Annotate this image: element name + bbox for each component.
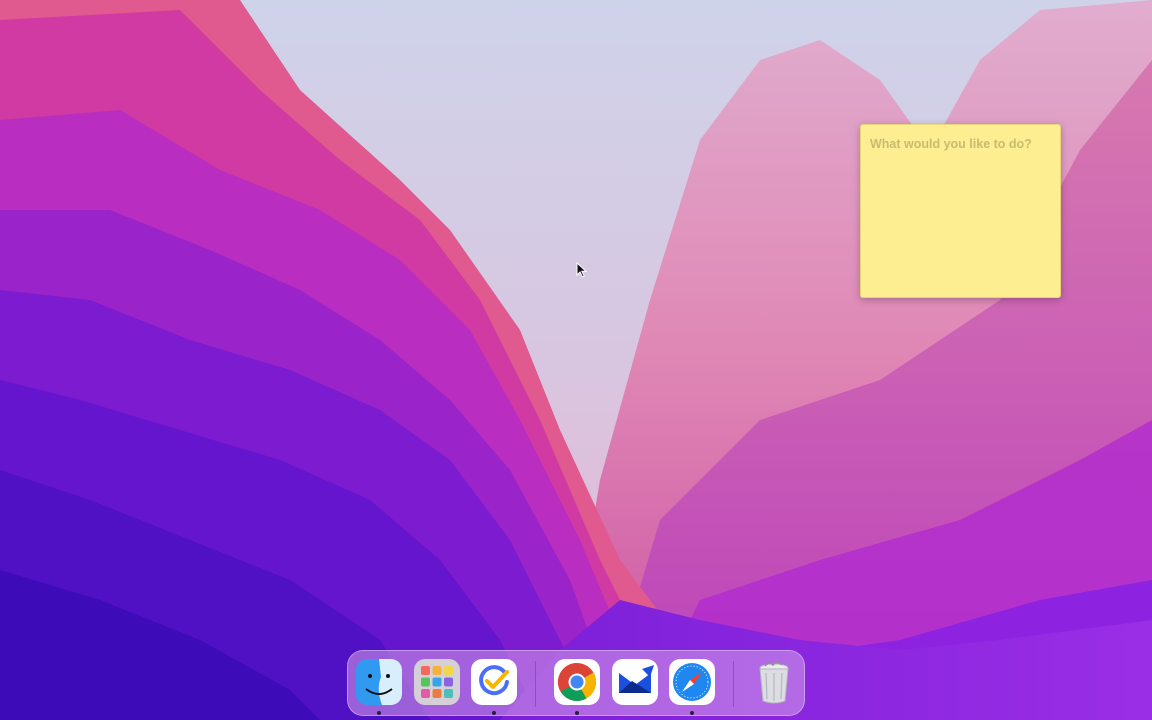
trash-icon bbox=[759, 661, 789, 704]
ticktick-icon bbox=[471, 659, 517, 705]
dock bbox=[347, 650, 805, 716]
sticky-note-placeholder[interactable]: What would you like to do? bbox=[870, 137, 1051, 151]
spark-mail-icon bbox=[612, 659, 658, 705]
dock-item-chrome[interactable] bbox=[554, 659, 600, 705]
ticktick-running-indicator bbox=[492, 711, 496, 715]
finder-icon bbox=[356, 659, 402, 705]
dock-separator bbox=[535, 661, 536, 707]
safari-running-indicator bbox=[690, 711, 694, 715]
launchpad-icon bbox=[414, 659, 460, 705]
chrome-running-indicator bbox=[575, 711, 579, 715]
dock-item-spark-mail[interactable] bbox=[612, 659, 658, 705]
dock-item-trash[interactable] bbox=[751, 659, 797, 705]
dock-item-safari[interactable] bbox=[669, 659, 715, 705]
dock-item-ticktick[interactable] bbox=[471, 659, 517, 705]
dock-item-finder[interactable] bbox=[356, 659, 402, 705]
dock-separator bbox=[733, 661, 734, 707]
safari-icon bbox=[669, 659, 715, 705]
desktop: What would you like to do? bbox=[0, 0, 1152, 720]
chrome-icon bbox=[554, 659, 600, 705]
dock-item-launchpad[interactable] bbox=[414, 659, 460, 705]
mouse-cursor-icon bbox=[576, 262, 588, 278]
sticky-note[interactable]: What would you like to do? bbox=[860, 124, 1061, 298]
desktop-wallpaper bbox=[0, 0, 1152, 720]
finder-running-indicator bbox=[377, 711, 381, 715]
